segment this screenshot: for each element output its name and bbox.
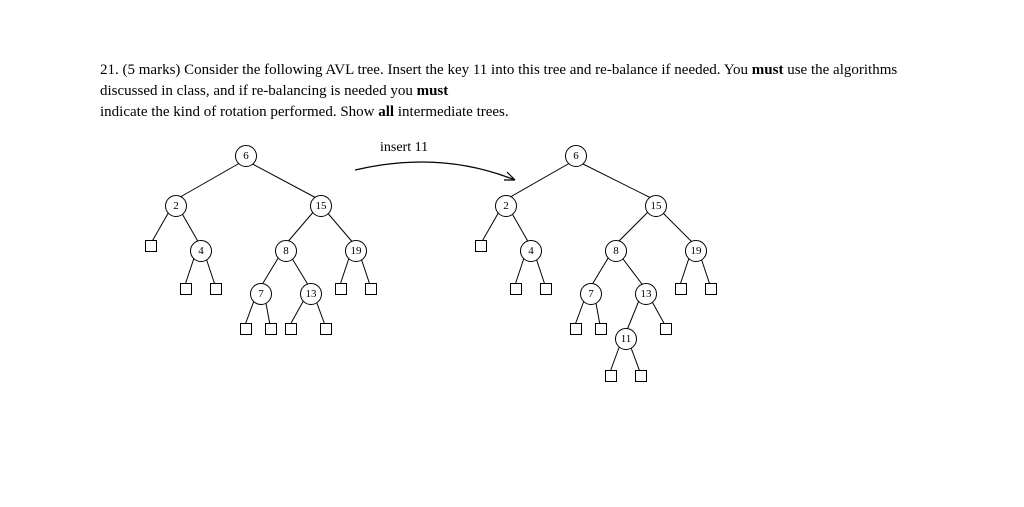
node-8: 8 <box>275 240 297 262</box>
q-part1: Consider the following AVL tree. Insert … <box>184 62 752 78</box>
leaf <box>540 283 552 295</box>
node-15: 15 <box>310 195 332 217</box>
leaf <box>335 283 347 295</box>
leaf <box>265 323 277 335</box>
node-4: 4 <box>520 240 542 262</box>
node-19: 19 <box>345 240 367 262</box>
question-text: 21. (5 marks) Consider the following AVL… <box>100 60 930 123</box>
node-13: 13 <box>635 283 657 305</box>
node-6: 6 <box>565 145 587 167</box>
leaf <box>570 323 582 335</box>
node-8: 8 <box>605 240 627 262</box>
leaf <box>285 323 297 335</box>
q-must2: must <box>417 83 449 99</box>
leaf <box>240 323 252 335</box>
node-7: 7 <box>580 283 602 305</box>
leaf <box>675 283 687 295</box>
leaf <box>605 370 617 382</box>
node-4: 4 <box>190 240 212 262</box>
q-must1: must <box>752 62 784 78</box>
leaf <box>365 283 377 295</box>
q-part3: indicate the kind of rotation performed.… <box>100 104 378 120</box>
leaf <box>635 370 647 382</box>
leaf <box>595 323 607 335</box>
node-11: 11 <box>615 328 637 350</box>
leaf <box>660 323 672 335</box>
leaf <box>180 283 192 295</box>
leaf <box>510 283 522 295</box>
leaf <box>210 283 222 295</box>
leaf <box>475 240 487 252</box>
leaf <box>320 323 332 335</box>
leaf <box>145 240 157 252</box>
q-all: all <box>378 104 394 120</box>
q-marks: (5 marks) <box>123 62 181 78</box>
q-part4: intermediate trees. <box>398 104 509 120</box>
node-2: 2 <box>495 195 517 217</box>
tree-right: 6 2 15 4 8 19 7 13 11 <box>460 140 740 440</box>
tree-left: 6 2 15 4 8 19 7 13 <box>130 140 390 360</box>
node-2: 2 <box>165 195 187 217</box>
node-7: 7 <box>250 283 272 305</box>
leaf <box>705 283 717 295</box>
q-number: 21. <box>100 62 119 78</box>
node-19: 19 <box>685 240 707 262</box>
node-6: 6 <box>235 145 257 167</box>
node-15: 15 <box>645 195 667 217</box>
node-13: 13 <box>300 283 322 305</box>
